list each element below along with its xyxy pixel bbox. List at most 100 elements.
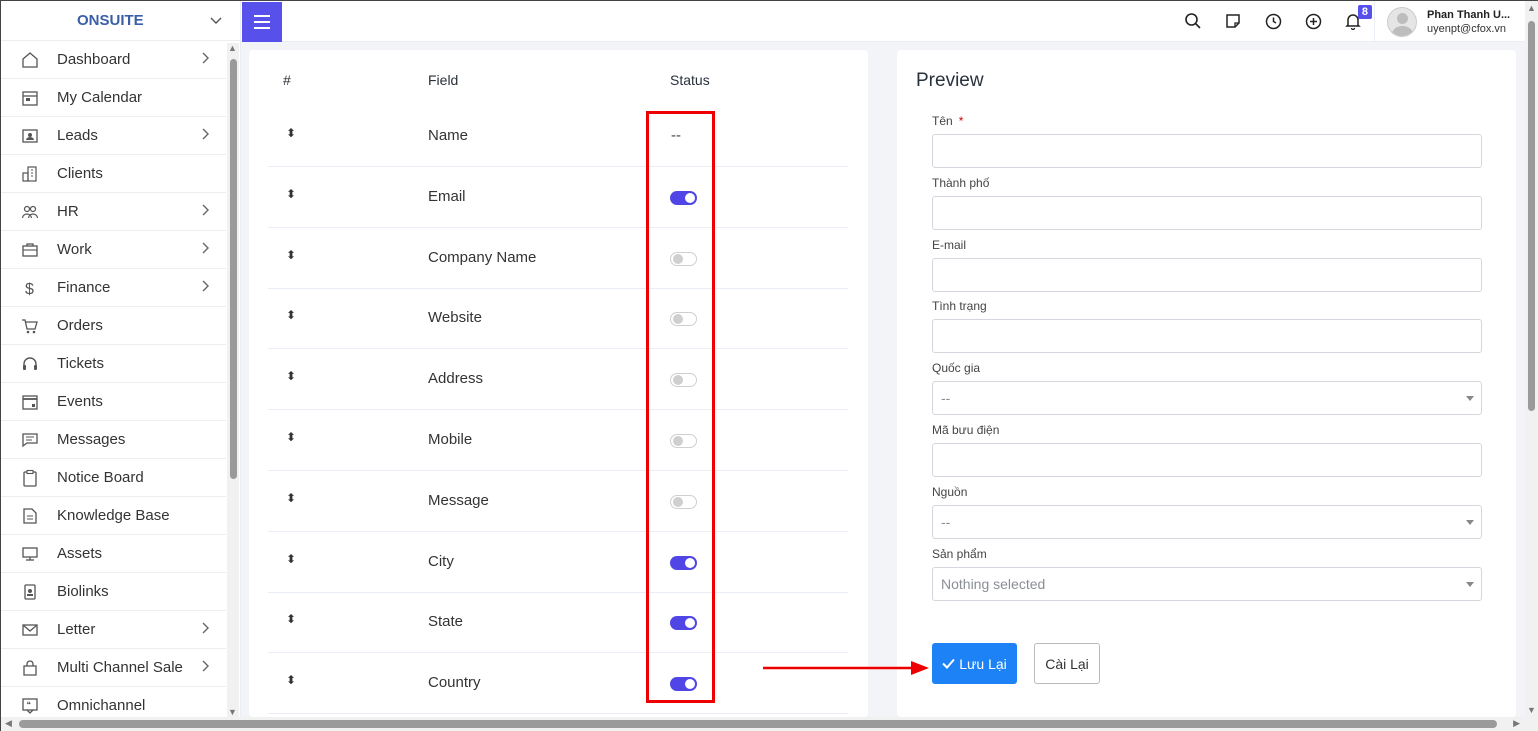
scroll-down-icon[interactable]: ▼ (228, 707, 237, 717)
scroll-right-icon[interactable]: ▶ (1513, 718, 1520, 729)
sticky-note-icon[interactable] (1223, 11, 1243, 31)
scroll-up-icon[interactable]: ▲ (1527, 3, 1536, 13)
people-icon (21, 203, 39, 221)
sidebar-item-label: Dashboard (57, 51, 131, 68)
select-value: -- (941, 513, 951, 530)
drag-handle-icon[interactable]: ⬍ (286, 248, 296, 262)
search-icon[interactable] (1183, 11, 1203, 31)
sidebar-item-events[interactable]: Events (1, 383, 226, 421)
page-scroll-thumb[interactable] (1528, 21, 1535, 411)
scroll-left-icon[interactable]: ◀ (5, 718, 12, 729)
field-name: Name (428, 127, 469, 144)
field-name: Address (428, 370, 484, 388)
sidebar-item-knowledge-base[interactable]: Knowledge Base (1, 497, 226, 535)
chevron-down-icon[interactable] (210, 14, 222, 28)
sidebar-item-multi-channel-sale[interactable]: Multi Channel Sale (1, 649, 226, 687)
sidebar-item-label: Clients (57, 165, 103, 182)
sidebar-scrollbar[interactable]: ▲ ▼ (227, 43, 239, 717)
field-name: Message (428, 491, 489, 509)
reset-button[interactable]: Cài Lại (1034, 643, 1100, 684)
field-name: City (428, 552, 454, 570)
sidebar-item-label: Tickets (57, 355, 104, 372)
column-header-status: Status (670, 72, 710, 88)
preview-input[interactable] (932, 257, 1482, 292)
preview-field-label: E-mail (932, 238, 966, 252)
sidebar-item-assets[interactable]: Assets (1, 535, 226, 573)
brand-header[interactable]: ONSUITE (1, 1, 240, 41)
preview-input[interactable] (932, 134, 1482, 168)
sidebar-item-clients[interactable]: Clients (1, 155, 226, 193)
scroll-down-icon[interactable]: ▼ (1527, 705, 1536, 715)
page-vertical-scrollbar[interactable]: ▲ ▼ (1525, 1, 1538, 717)
user-menu[interactable]: Phan Thanh U... uyenpt@cfox.vn (1374, 1, 1510, 42)
field-name: Email (428, 187, 466, 205)
drag-handle-icon[interactable]: ⬍ (286, 552, 296, 566)
monitor-icon (21, 545, 39, 563)
drag-handle-icon[interactable]: ⬍ (286, 430, 296, 444)
preview-select[interactable]: Nothing selected (932, 566, 1482, 601)
clock-icon[interactable] (1263, 11, 1283, 31)
preview-field-label: Tình trạng (932, 299, 987, 313)
building-icon (21, 165, 39, 183)
sidebar-item-letter[interactable]: Letter (1, 611, 226, 649)
cart-icon (21, 317, 39, 335)
status-column-highlight (646, 111, 715, 703)
preview-input[interactable] (932, 319, 1482, 354)
drag-handle-icon[interactable]: ⬍ (286, 308, 296, 322)
sidebar-item-notice-board[interactable]: Notice Board (1, 459, 226, 497)
scroll-up-icon[interactable]: ▲ (228, 43, 237, 53)
field-label-text: Mã bưu điện (932, 423, 1000, 437)
chat-icon: ❝ (21, 697, 39, 715)
sidebar-item-dashboard[interactable]: Dashboard (1, 41, 226, 79)
notification-badge: 8 (1357, 5, 1372, 19)
drag-handle-icon[interactable]: ⬍ (286, 126, 296, 140)
preview-field-label: Thành phố (932, 176, 989, 190)
chevron-right-icon (202, 127, 210, 143)
preview-select[interactable]: -- (932, 381, 1482, 416)
sidebar-item-messages[interactable]: Messages (1, 421, 226, 459)
preview-select[interactable]: -- (932, 504, 1482, 539)
sidebar-item-work[interactable]: Work (1, 231, 226, 269)
sidebar-scroll-thumb[interactable] (230, 59, 237, 479)
table-row: ⬍ Mobile (268, 410, 848, 471)
drag-handle-icon[interactable]: ⬍ (286, 187, 296, 201)
sidebar-item-label: Events (57, 393, 103, 410)
drag-handle-icon[interactable]: ⬍ (286, 612, 296, 626)
sidebar-item-my-calendar[interactable]: My Calendar (1, 79, 226, 117)
table-row: ⬍ Country (268, 653, 848, 715)
chevron-right-icon (202, 279, 210, 295)
sidebar-item-finance[interactable]: $ Finance (1, 269, 226, 307)
horizontal-scroll-thumb[interactable] (19, 720, 1497, 728)
add-circle-icon[interactable] (1303, 11, 1323, 31)
sidebar-item-hr[interactable]: HR (1, 193, 226, 231)
select-value: Nothing selected (941, 575, 1046, 592)
svg-text:❝: ❝ (27, 700, 31, 709)
field-label-text: E-mail (932, 237, 967, 252)
table-row: ⬍ Message (268, 471, 848, 532)
preview-input[interactable] (932, 443, 1482, 477)
sidebar-item-tickets[interactable]: Tickets (1, 345, 226, 383)
sidebar-item-leads[interactable]: Leads (1, 117, 226, 155)
sidebar-item-label: Biolinks (57, 583, 109, 600)
bell-icon[interactable]: 8 (1343, 5, 1372, 31)
form-fields-table: # Field Status ⬍ Name -- ⬍ Email ⬍ Company Nam… (249, 50, 868, 717)
briefcase-icon (21, 241, 39, 259)
page-horizontal-scrollbar[interactable]: ◀ ▶ (1, 717, 1538, 731)
sidebar-item-label: Work (57, 241, 92, 258)
drag-handle-icon[interactable]: ⬍ (286, 491, 296, 505)
sidebar-item-omnichannel[interactable]: ❝ Omnichannel (1, 687, 226, 717)
sidebar-item-label: Omnichannel (57, 697, 146, 714)
message-icon (21, 431, 39, 449)
drag-handle-icon[interactable]: ⬍ (286, 673, 296, 687)
sidebar-item-orders[interactable]: Orders (1, 307, 226, 345)
menu-toggle-button[interactable] (242, 2, 282, 42)
field-name: Country (428, 674, 481, 692)
avatar[interactable] (1387, 6, 1417, 37)
sidebar-item-biolinks[interactable]: Biolinks (1, 573, 226, 611)
save-button[interactable]: Lưu Lại (932, 643, 1017, 684)
clipboard-icon (21, 469, 39, 487)
preview-input[interactable] (932, 195, 1482, 230)
drag-handle-icon[interactable]: ⬍ (286, 369, 296, 383)
bag-icon (21, 659, 39, 677)
preview-field-label: Tên * (932, 114, 963, 128)
